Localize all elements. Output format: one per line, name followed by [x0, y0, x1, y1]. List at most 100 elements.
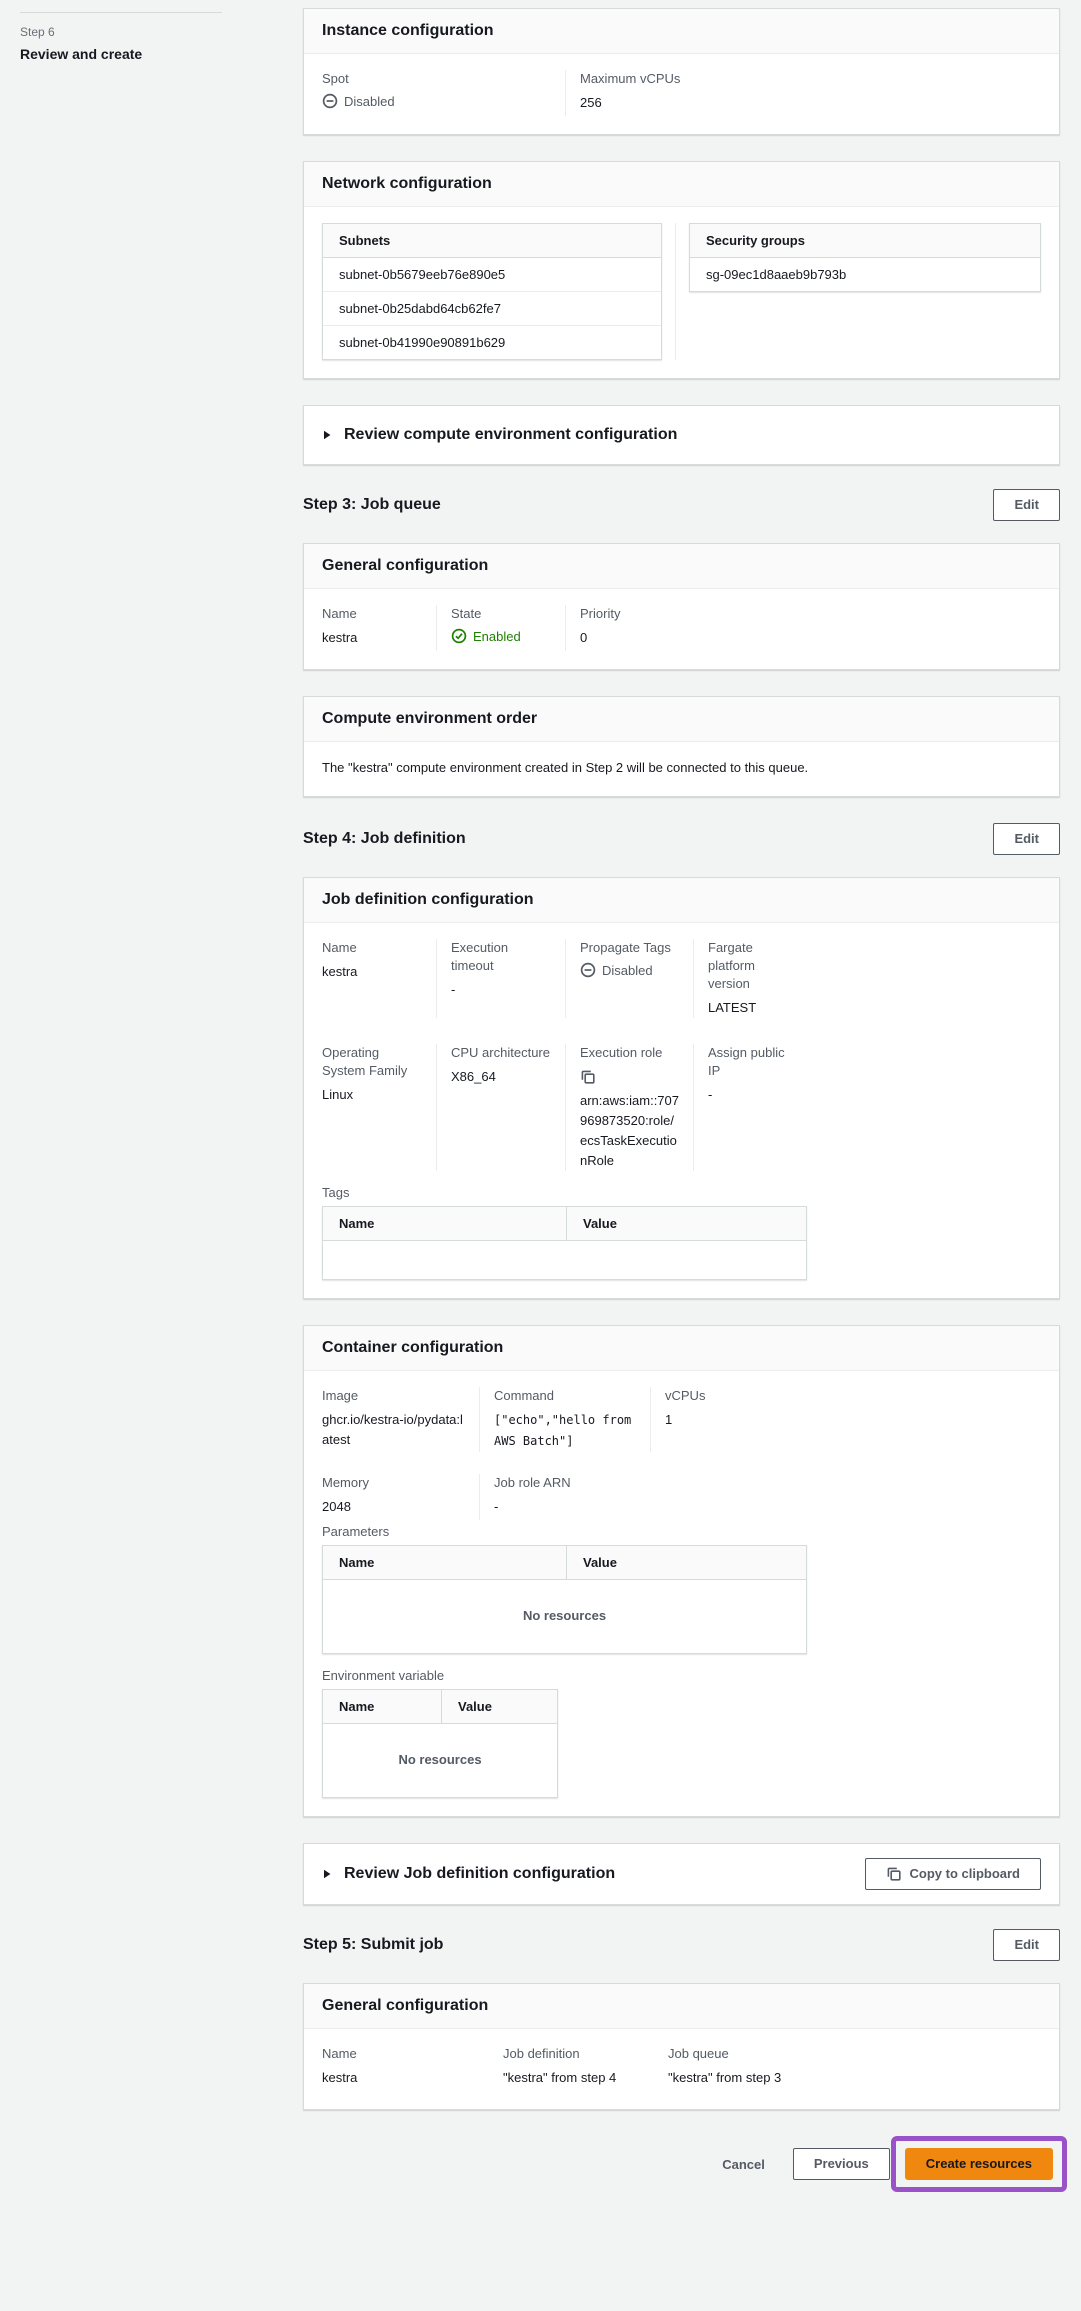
card-title: Job definition configuration	[304, 878, 1059, 923]
name-value: kestra	[322, 628, 422, 648]
column-header-value: Value	[566, 1546, 806, 1579]
table-row: sg-09ec1d8aaeb9b793b	[690, 258, 1040, 291]
assign-public-ip-label: Assign public IP	[708, 1044, 793, 1080]
parameters-label: Parameters	[322, 1524, 1041, 1539]
execution-timeout-value: -	[451, 980, 551, 1000]
compute-env-expander: Review compute environment configuration	[303, 405, 1060, 465]
state-status: Enabled	[451, 628, 551, 644]
image-value: ghcr.io/kestra-io/pydata:latest	[322, 1410, 465, 1450]
state-value: Enabled	[473, 629, 521, 644]
create-resources-button[interactable]: Create resources	[905, 2148, 1053, 2180]
copy-to-clipboard-button[interactable]: Copy to clipboard	[865, 1858, 1042, 1890]
network-configuration-card: Network configuration Subnets subnet-0b5…	[303, 161, 1060, 379]
compute-env-expander-toggle[interactable]: Review compute environment configuration	[322, 426, 677, 444]
name-value: kestra	[322, 962, 422, 982]
max-vcpus-label: Maximum vCPUs	[580, 70, 793, 88]
assign-public-ip-value: -	[708, 1085, 793, 1105]
triangle-right-icon	[322, 1869, 332, 1879]
table-row: subnet-0b25dabd64cb62fe7	[323, 292, 661, 326]
empty-table-row	[323, 1241, 806, 1279]
card-title: Instance configuration	[304, 9, 1059, 54]
parameters-table: Name Value No resources	[322, 1545, 807, 1654]
previous-button[interactable]: Previous	[793, 2148, 890, 2180]
edit-button-step5[interactable]: Edit	[993, 1929, 1060, 1961]
max-vcpus-value: 256	[580, 93, 793, 113]
name-label: Name	[322, 605, 422, 623]
step3-heading: Step 3: Job queue	[303, 496, 441, 514]
expander-title: Review compute environment configuration	[344, 426, 677, 444]
job-definition-label: Job definition	[503, 2045, 640, 2063]
subnets-header: Subnets	[323, 224, 661, 258]
job-role-arn-label: Job role ARN	[494, 1474, 793, 1492]
sidebar-divider	[20, 12, 222, 13]
check-circle-icon	[451, 628, 467, 644]
security-groups-table: Security groups sg-09ec1d8aaeb9b793b	[689, 223, 1041, 292]
instance-configuration-card: Instance configuration Spot Disabled Max…	[303, 8, 1060, 135]
column-header-value: Value	[566, 1207, 806, 1240]
step3-general-configuration-card: General configuration Name kestra State …	[303, 543, 1060, 670]
tags-table: Name Value	[322, 1206, 807, 1280]
priority-value: 0	[580, 628, 793, 648]
sidebar-step-title[interactable]: Review and create	[20, 46, 283, 62]
environment-variable-table: Name Value No resources	[322, 1689, 558, 1798]
fargate-version-label: Fargate platform version	[708, 939, 793, 993]
wizard-sidebar: Step 6 Review and create	[0, 0, 303, 2192]
table-row: subnet-0b41990e90891b629	[323, 326, 661, 359]
card-title: Network configuration	[304, 162, 1059, 207]
cpu-architecture-value: X86_64	[451, 1067, 551, 1087]
execution-timeout-label: Execution timeout	[451, 939, 551, 975]
copy-icon[interactable]	[580, 1069, 596, 1085]
propagate-tags-label: Propagate Tags	[580, 939, 679, 957]
execution-role-value: arn:aws:iam::707969873520:role/ecsTaskEx…	[580, 1091, 679, 1171]
job-queue-value: "kestra" from step 3	[668, 2068, 793, 2088]
compute-environment-order-card: Compute environment order The "kestra" c…	[303, 696, 1060, 797]
minus-circle-icon	[580, 962, 596, 978]
cancel-button[interactable]: Cancel	[722, 2157, 765, 2172]
security-groups-header: Security groups	[690, 224, 1040, 258]
step5-general-configuration-card: General configuration Name kestra Job de…	[303, 1983, 1060, 2110]
spot-value: Disabled	[344, 94, 395, 109]
copy-to-clipboard-label: Copy to clipboard	[910, 1865, 1021, 1883]
execution-role-label: Execution role	[580, 1044, 679, 1062]
tags-label: Tags	[322, 1185, 1041, 1200]
expander-title: Review Job definition configuration	[344, 1865, 615, 1883]
propagate-tags-status: Disabled	[580, 962, 679, 978]
job-definition-expander-toggle[interactable]: Review Job definition configuration	[322, 1865, 615, 1883]
column-header-name: Name	[323, 1207, 566, 1240]
no-resources-text: No resources	[323, 1580, 806, 1653]
memory-label: Memory	[322, 1474, 465, 1492]
propagate-tags-value: Disabled	[602, 963, 653, 978]
edit-button-step4[interactable]: Edit	[993, 823, 1060, 855]
page: Step 6 Review and create Instance config…	[0, 0, 1081, 2192]
minus-circle-icon	[322, 93, 338, 109]
card-title: Container configuration	[304, 1326, 1059, 1371]
job-definition-configuration-card: Job definition configuration Name kestra…	[303, 877, 1060, 1299]
name-value: kestra	[322, 2068, 475, 2088]
annotation-highlight: Create resources	[891, 2136, 1067, 2192]
card-title: General configuration	[304, 544, 1059, 589]
job-queue-label: Job queue	[668, 2045, 793, 2063]
table-row: subnet-0b5679eeb76e890e5	[323, 258, 661, 292]
job-definition-expander: Review Job definition configuration Copy…	[303, 1843, 1060, 1905]
card-title: Compute environment order	[304, 697, 1059, 742]
spot-status: Disabled	[322, 93, 551, 109]
command-label: Command	[494, 1387, 636, 1405]
environment-variable-label: Environment variable	[322, 1668, 1041, 1683]
step5-heading: Step 5: Submit job	[303, 1936, 443, 1954]
vertical-divider	[675, 223, 676, 360]
triangle-right-icon	[322, 430, 332, 440]
job-role-arn-value: -	[494, 1497, 793, 1517]
priority-label: Priority	[580, 605, 793, 623]
copy-icon	[886, 1866, 902, 1882]
state-label: State	[451, 605, 551, 623]
cpu-architecture-label: CPU architecture	[451, 1044, 551, 1062]
container-configuration-card: Container configuration Image ghcr.io/ke…	[303, 1325, 1060, 1817]
command-value: ["echo","hello from AWS Batch"]	[494, 1410, 636, 1452]
edit-button-step3[interactable]: Edit	[993, 489, 1060, 521]
name-label: Name	[322, 939, 422, 957]
wizard-footer: Cancel Previous Create resources	[303, 2136, 1060, 2192]
main-content: Instance configuration Spot Disabled Max…	[303, 0, 1060, 2192]
vcpus-label: vCPUs	[665, 1387, 793, 1405]
column-header-value: Value	[441, 1690, 557, 1723]
os-family-value: Linux	[322, 1085, 422, 1105]
